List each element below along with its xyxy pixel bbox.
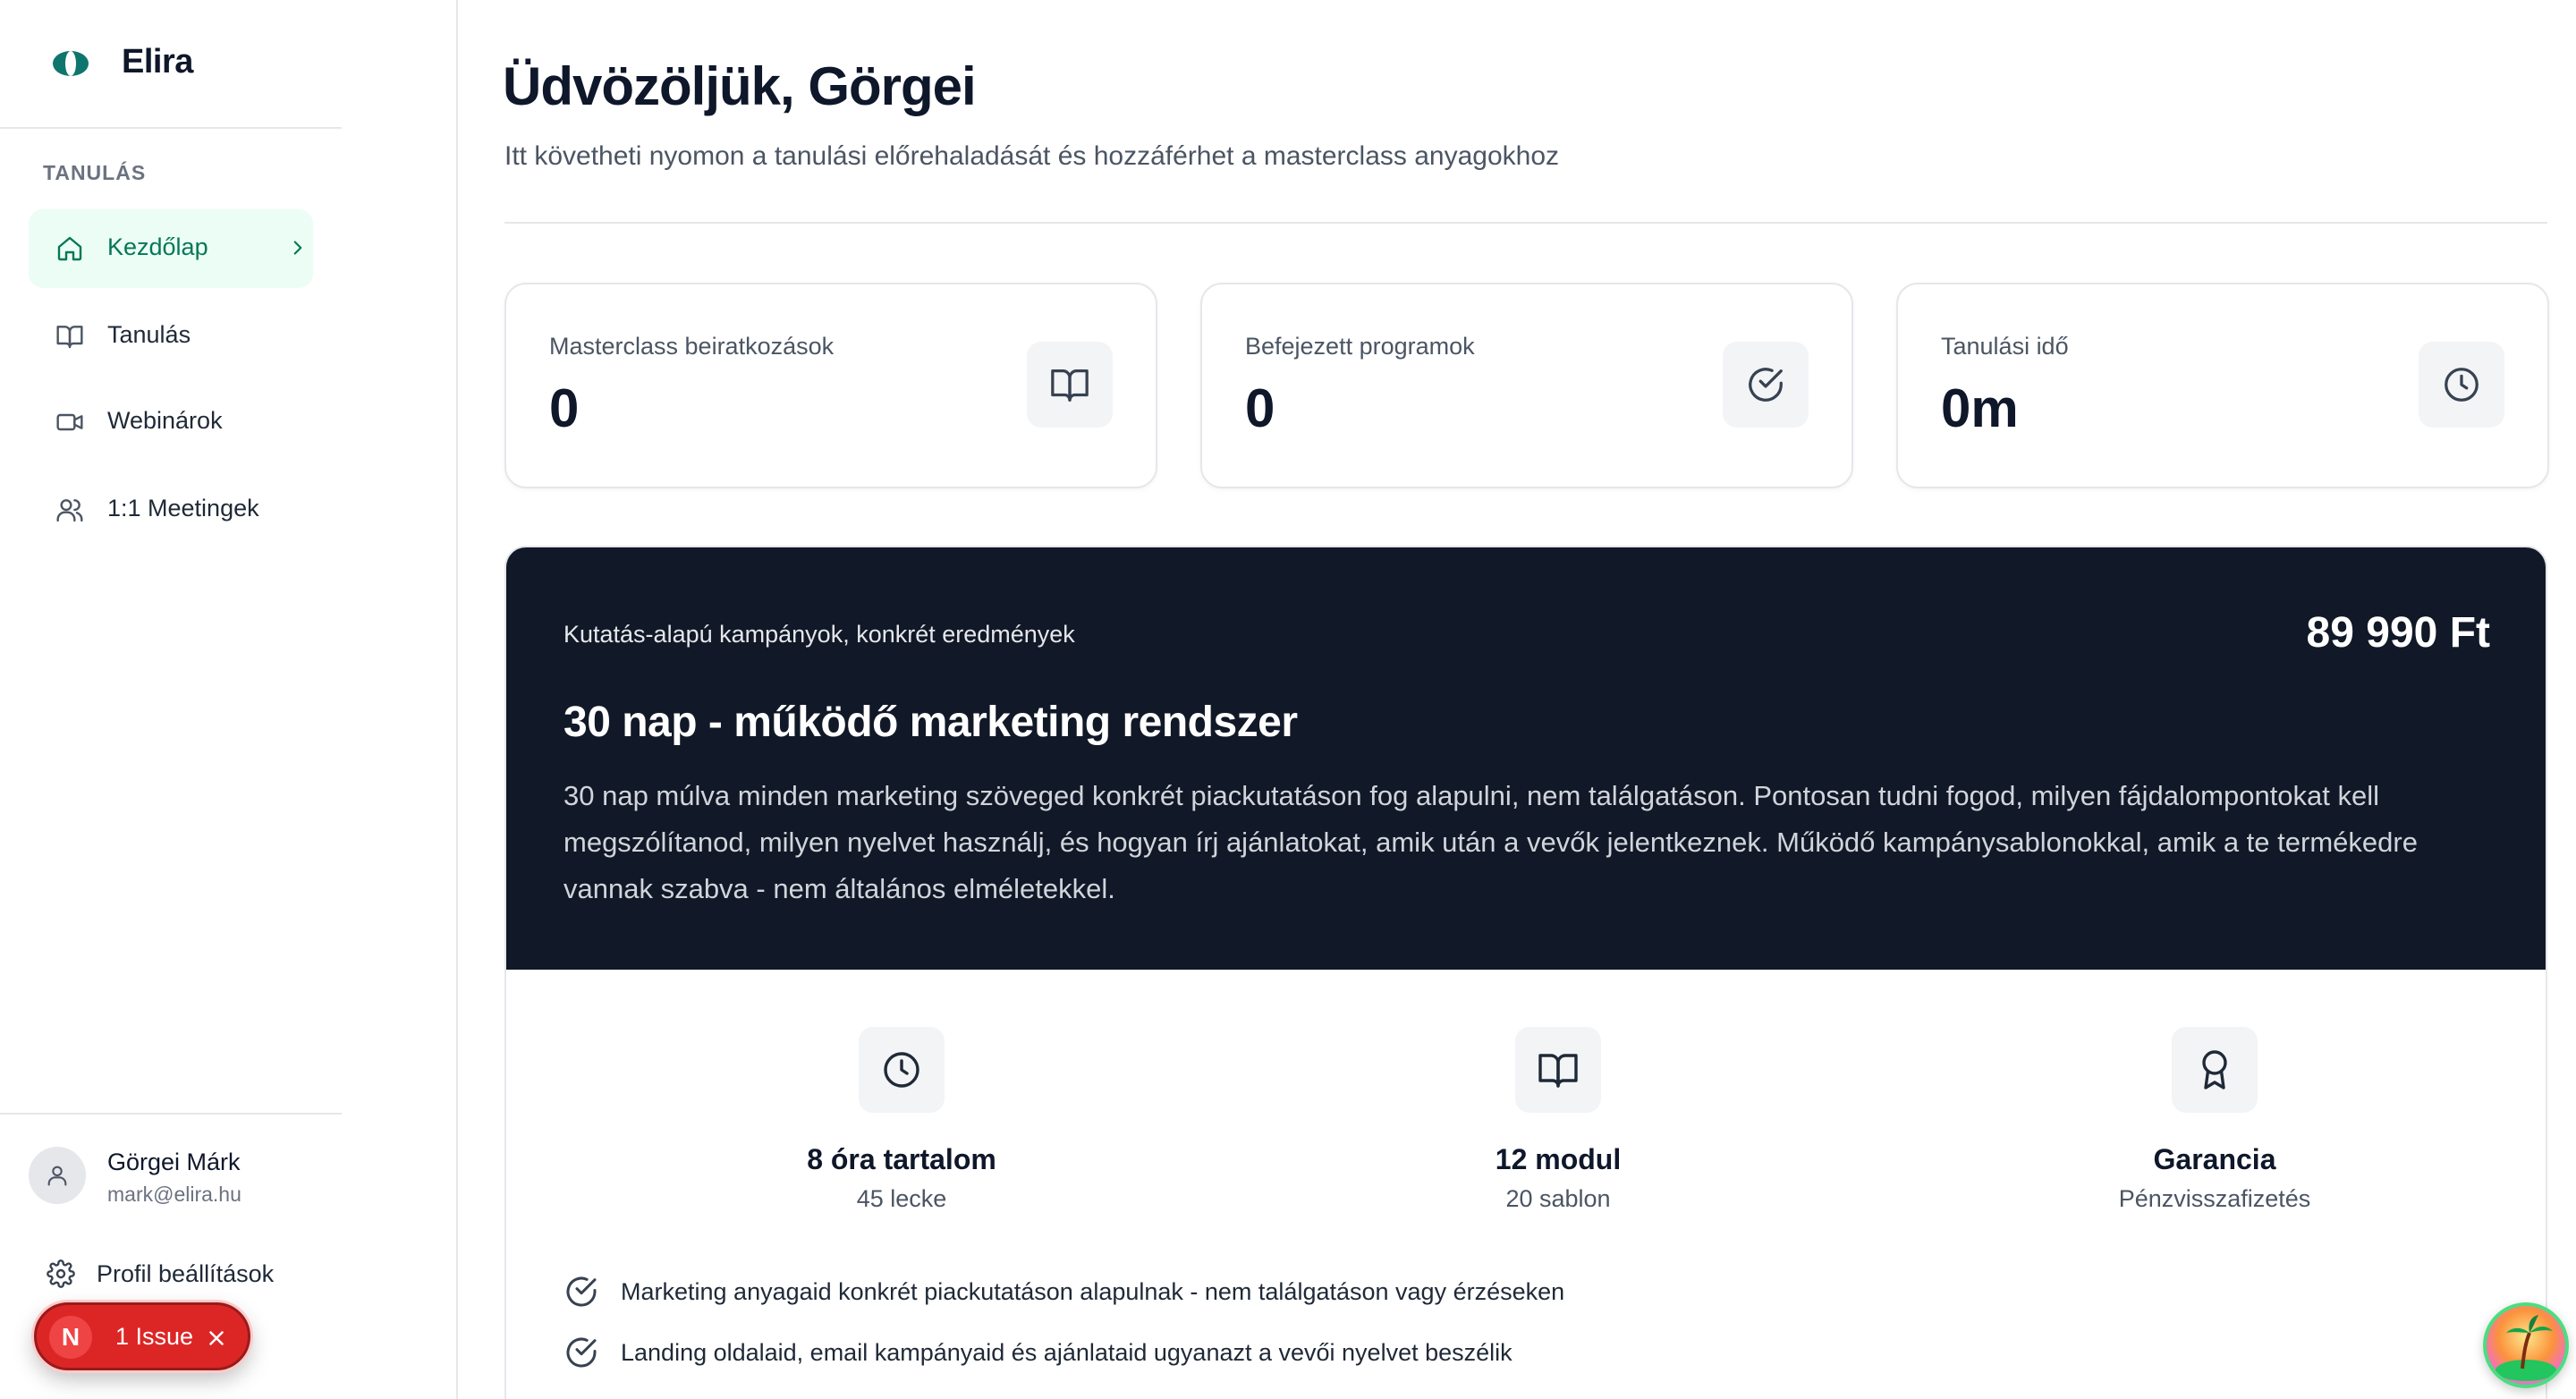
user-name: Görgei Márk: [107, 1149, 241, 1175]
sidebar-item-kezdolap[interactable]: Kezdőlap: [29, 209, 313, 288]
course-description: 30 nap múlva minden marketing szöveged k…: [564, 780, 2418, 904]
benefit-text: Landing oldalaid, email kampányaid és aj…: [621, 1338, 1513, 1366]
feature-guarantee: Garancia Pénzvisszafizetés: [2036, 1027, 2394, 1213]
feature-icon-box: [859, 1027, 945, 1113]
page-subtitle: Itt követheti nyomon a tanulási előrehal…: [504, 141, 1560, 171]
course-price: 89 990 Ft: [2306, 609, 2490, 657]
issue-logo: N: [49, 1316, 92, 1359]
stat-card-completed: Befejezett programok 0: [1200, 283, 1853, 488]
divider: [504, 222, 2547, 224]
course-header: Kutatás-alapú kampányok, konkrét eredmén…: [506, 547, 2546, 970]
stat-value: 0: [1245, 378, 1275, 438]
stat-card-learning-time: Tanulási idő 0m: [1896, 283, 2549, 488]
feature-subtitle: 20 sablon: [1505, 1185, 1611, 1212]
stat-icon-box: [1027, 342, 1113, 428]
floating-assistant-avatar[interactable]: [2483, 1302, 2569, 1388]
sidebar-item-webinarok[interactable]: Webinárok: [29, 383, 313, 462]
close-icon[interactable]: [205, 1327, 228, 1350]
profile-settings-label: Profil beállítások: [97, 1259, 275, 1287]
benefit-text: Marketing anyagaid konkrét piackutatáson…: [621, 1277, 1565, 1305]
sidebar-item-label: Kezdőlap: [107, 233, 208, 260]
page-title: Üdvözöljük, Görgei: [503, 56, 977, 116]
gear-icon: [47, 1259, 75, 1288]
sidebar-item-label: 1:1 Meetingek: [107, 495, 259, 521]
check-circle-icon: [566, 1276, 597, 1307]
feature-subtitle: 45 lecke: [856, 1185, 947, 1212]
stat-label: Befejezett programok: [1245, 333, 1475, 360]
book-open-icon: [1538, 1054, 1578, 1088]
stat-label: Masterclass beiratkozások: [549, 333, 835, 360]
stat-card-enrollments: Masterclass beiratkozások 0: [504, 283, 1157, 488]
feature-icon-box: [2172, 1027, 2258, 1113]
user-area-divider: [0, 1113, 342, 1115]
sidebar-item-tanulas[interactable]: Tanulás: [29, 297, 313, 376]
stat-icon-box: [1723, 342, 1809, 428]
benefit-item: Marketing anyagaid konkrét piackutatáson…: [564, 1272, 1564, 1311]
feature-modules: 12 modul 20 sablon: [1379, 1027, 1737, 1213]
nav-section-label: TANULÁS: [43, 161, 147, 184]
stat-label: Tanulási idő: [1941, 333, 2069, 360]
stat-value: 0m: [1941, 378, 2019, 438]
home-icon: [57, 236, 82, 261]
user-icon: [47, 1166, 67, 1186]
avatar[interactable]: [29, 1147, 86, 1204]
profile-settings-link[interactable]: Profil beállítások: [47, 1256, 274, 1292]
issue-count: 1 Issue: [115, 1323, 194, 1350]
book-open-icon: [1051, 369, 1089, 402]
course-tagline: Kutatás-alapú kampányok, konkrét eredmén…: [564, 621, 1075, 648]
award-icon: [2202, 1050, 2227, 1090]
feature-icon-box: [1515, 1027, 1601, 1113]
app-name: Elira: [122, 43, 193, 81]
benefit-item: Landing oldalaid, email kampányaid és aj…: [564, 1333, 1513, 1372]
elira-logo-icon: [53, 51, 89, 76]
sidebar: Elira TANULÁS Kezdőlap Tanulás Webinárok: [0, 0, 458, 1399]
issue-badge-button[interactable]: N 1 Issue: [34, 1302, 250, 1370]
feature-subtitle: Pénzvisszafizetés: [2118, 1185, 2311, 1212]
palm-beach-icon: [2496, 1315, 2556, 1381]
chevron-right-icon: [293, 241, 302, 255]
users-icon: [56, 499, 83, 522]
clock-icon: [884, 1052, 919, 1088]
video-icon: [56, 413, 83, 431]
sidebar-item-label: Webinárok: [107, 407, 223, 434]
course-title: 30 nap - működő marketing rendszer: [564, 699, 1298, 746]
check-circle-icon: [566, 1337, 597, 1368]
user-email: mark@elira.hu: [107, 1183, 242, 1206]
feature-content: 8 óra tartalom 45 lecke: [723, 1027, 1080, 1213]
feature-title: 8 óra tartalom: [807, 1143, 996, 1175]
sidebar-item-label: Tanulás: [107, 321, 191, 348]
course-card[interactable]: Kutatás-alapú kampányok, konkrét eredmén…: [504, 546, 2547, 1399]
feature-title: Garancia: [2153, 1143, 2276, 1175]
book-icon: [56, 326, 83, 349]
check-circle-icon: [1749, 368, 1783, 402]
stat-icon-box: [2419, 342, 2504, 428]
brand: Elira: [0, 0, 342, 129]
clock-icon: [2445, 368, 2479, 402]
stat-value: 0: [549, 378, 580, 438]
sidebar-item-meetingek[interactable]: 1:1 Meetingek: [29, 471, 313, 549]
feature-title: 12 modul: [1495, 1143, 1622, 1175]
main-content: Üdvözöljük, Görgei Itt követheti nyomon …: [458, 0, 2576, 1399]
